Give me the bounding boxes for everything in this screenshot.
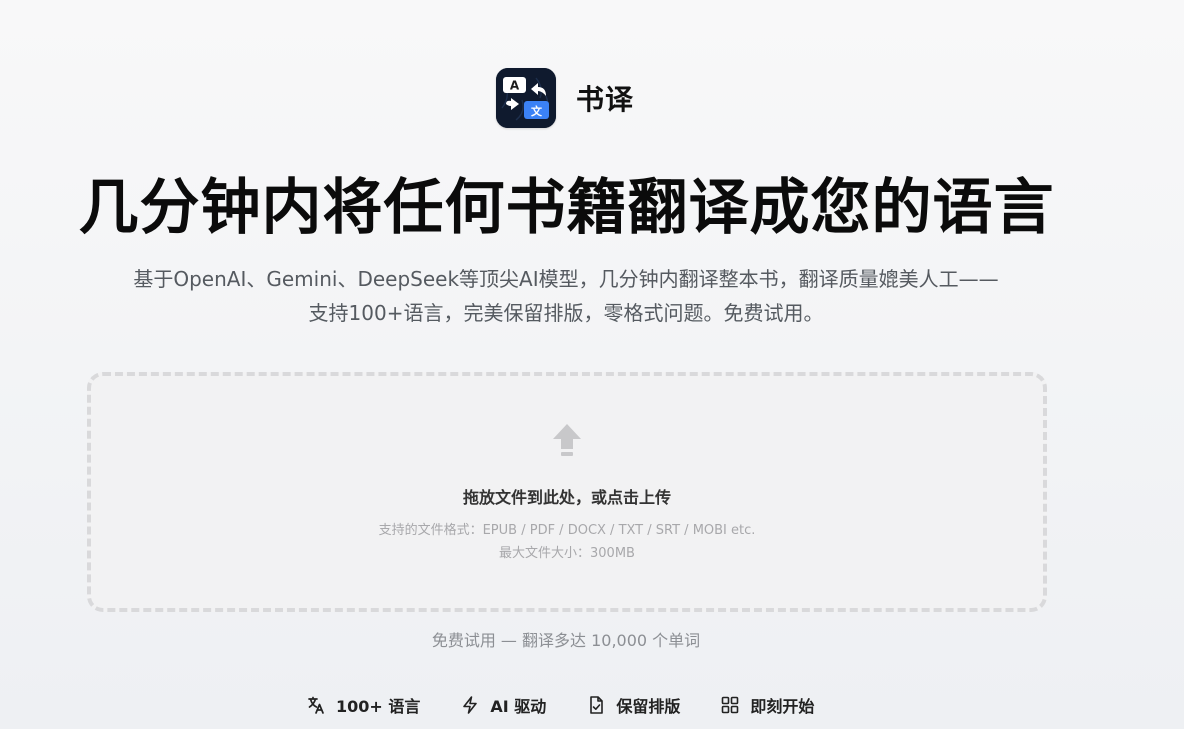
feature-ai: AI 驱动	[460, 693, 546, 717]
free-trial-note: 免费试用 — 翻译多达 10,000 个单词	[431, 631, 701, 650]
subtitle-line-2: 支持100+语言，完美保留排版，零格式问题。免费试用。	[308, 301, 824, 325]
feature-list: 100+ 语言 AI 驱动 保留排版 即刻开始	[306, 693, 814, 717]
feature-label: 即刻开始	[750, 697, 815, 716]
page-title: 几分钟内将任何书籍翻译成您的语言	[78, 173, 1055, 243]
file-dropzone[interactable]: 拖放文件到此处，或点击上传 支持的文件格式：EPUB / PDF / DOCX …	[87, 372, 1047, 612]
feature-instant: 即刻开始	[720, 693, 814, 717]
feature-label: AI 驱动	[490, 697, 547, 716]
translate-app-icon: A 文	[496, 68, 556, 128]
feature-label: 100+ 语言	[336, 697, 421, 716]
lightning-icon	[463, 696, 478, 714]
subtitle-line-1: 基于OpenAI、Gemini、DeepSeek等顶尖AI模型，几分钟内翻译整本…	[133, 267, 999, 291]
brand: A 文 书译	[496, 68, 634, 128]
upload-arrow-icon	[553, 424, 581, 456]
document-check-icon	[590, 696, 604, 714]
brand-name: 书译	[576, 83, 635, 116]
icon-cjk-letter: 文	[531, 104, 543, 118]
icon-latin-letter: A	[510, 79, 520, 93]
feature-layout: 保留排版	[586, 693, 680, 717]
feature-label: 保留排版	[616, 697, 681, 716]
dropzone-title: 拖放文件到此处，或点击上传	[462, 488, 671, 507]
max-file-size: 最大文件大小：300MB	[499, 546, 635, 561]
supported-formats: 支持的文件格式：EPUB / PDF / DOCX / TXT / SRT / …	[378, 523, 756, 538]
feature-languages: 100+ 语言	[306, 693, 420, 717]
grid-icon	[722, 696, 739, 714]
language-icon	[308, 696, 324, 714]
hero-subtitle: 基于OpenAI、Gemini、DeepSeek等顶尖AI模型，几分钟内翻译整本…	[60, 262, 1072, 330]
